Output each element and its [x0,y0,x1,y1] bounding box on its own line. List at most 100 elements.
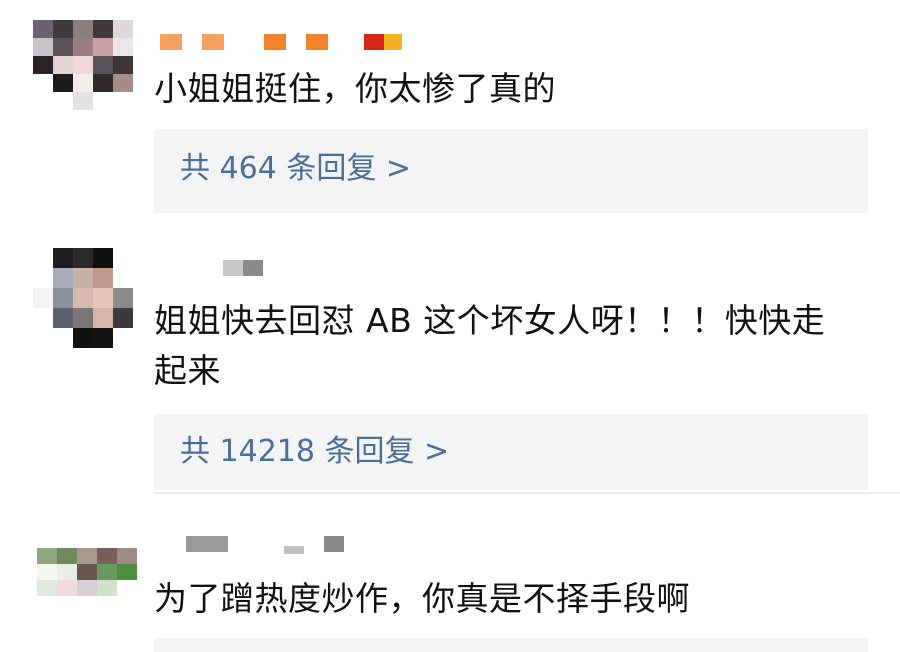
avatar-pixel [33,308,53,328]
avatar-pixel [117,564,137,580]
avatar-pixel [93,268,113,288]
avatar-pixel [33,56,53,74]
avatar-pixel [53,38,73,56]
replies-box[interactable]: 共 464 条回复 > [154,129,868,213]
avatar-pixel [93,38,113,56]
avatar-pixel [37,548,57,564]
avatar-pixel [113,288,133,308]
username-censor-block [264,34,286,50]
avatar-pixel [117,612,137,628]
avatar-pixel [113,248,133,268]
avatar-pixel [53,268,73,288]
avatar-pixel [113,268,133,288]
username-censor-block [243,260,263,276]
avatar-pixel [53,328,73,348]
avatar[interactable] [37,548,137,628]
avatar-pixel [57,580,77,596]
avatar-pixel [97,548,117,564]
avatar-pixel [113,74,133,92]
avatar-pixel [33,92,53,110]
replies-box[interactable] [154,638,868,652]
comment-item: 姐姐快去回怼 AB 这个坏女人呀！！！快快走起来 共 14218 条回复 > [0,240,900,495]
username-censor-block [384,34,402,50]
avatar-pixel [73,268,93,288]
avatar-pixel [53,56,73,74]
avatar-pixel [53,74,73,92]
view-replies-link[interactable]: 共 14218 条回复 > [180,432,449,472]
avatar-pixel [33,74,53,92]
username-censor-block [306,34,328,50]
avatar-pixel [73,20,93,38]
username-censor-block [284,546,304,554]
username-censor-block [160,34,182,50]
avatar-pixel [37,580,57,596]
avatar-pixel [73,38,93,56]
avatar-pixel [33,328,53,348]
avatar-pixel [97,596,117,612]
username-censor-block [324,536,344,552]
avatar-pixel [93,74,113,92]
comment-text: 小姐姐挺住，你太惨了真的 [154,69,556,108]
comment-item: 为了蹭热度炒作，你真是不择手段啊 [0,500,900,652]
username-censor-block [202,34,224,50]
avatar-pixel [53,248,73,268]
avatar-pixel [33,248,53,268]
avatar-pixel [113,92,133,110]
avatar-pixel [57,596,77,612]
username-censor-block [223,260,243,276]
avatar-pixel [73,56,93,74]
avatar-pixel [77,596,97,612]
avatar-pixel [37,596,57,612]
avatar-pixel [97,612,117,628]
avatar-pixel [53,20,73,38]
avatar-pixel [93,308,113,328]
avatar-pixel [37,564,57,580]
avatar-pixel [93,288,113,308]
comment-item: 小姐姐挺住，你太惨了真的 共 464 条回复 > [0,0,900,230]
avatar-pixel [73,288,93,308]
avatar-pixel [53,308,73,328]
avatar-pixel [77,548,97,564]
avatar-pixel [117,548,137,564]
avatar-pixel [73,248,93,268]
avatar-pixel [73,308,93,328]
avatar-pixel [73,92,93,110]
avatar-pixel [113,328,133,348]
avatar-pixel [33,20,53,38]
username[interactable] [223,260,263,276]
avatar-pixel [33,268,53,288]
username[interactable] [186,536,344,554]
avatar-pixel [57,564,77,580]
avatar-pixel [113,38,133,56]
avatar-pixel [57,612,77,628]
avatar-pixel [113,308,133,328]
username-censor-block [186,536,228,552]
avatar[interactable] [33,248,133,348]
avatar-pixel [113,56,133,74]
avatar-pixel [73,328,93,348]
comment-text: 为了蹭热度炒作，你真是不择手段啊 [154,579,690,618]
avatar-pixel [77,612,97,628]
avatar-pixel [77,580,97,596]
avatar-pixel [93,328,113,348]
avatar-pixel [53,288,73,308]
avatar-pixel [93,56,113,74]
view-replies-link[interactable]: 共 464 条回复 > [180,149,411,189]
avatar-pixel [33,288,53,308]
avatar-pixel [117,596,137,612]
replies-box[interactable]: 共 14218 条回复 > [154,414,868,490]
comment-text: 姐姐快去回怼 AB 这个坏女人呀！！！快快走起来 [154,301,826,390]
avatar-pixel [53,92,73,110]
avatar-pixel [117,580,137,596]
username[interactable] [160,34,402,50]
avatar-pixel [77,564,97,580]
avatar[interactable] [33,20,133,110]
avatar-pixel [93,92,113,110]
avatar-pixel [37,612,57,628]
avatar-pixel [57,548,77,564]
avatar-pixel [93,20,113,38]
avatar-pixel [113,20,133,38]
divider [154,492,900,494]
avatar-pixel [97,580,117,596]
avatar-pixel [93,248,113,268]
